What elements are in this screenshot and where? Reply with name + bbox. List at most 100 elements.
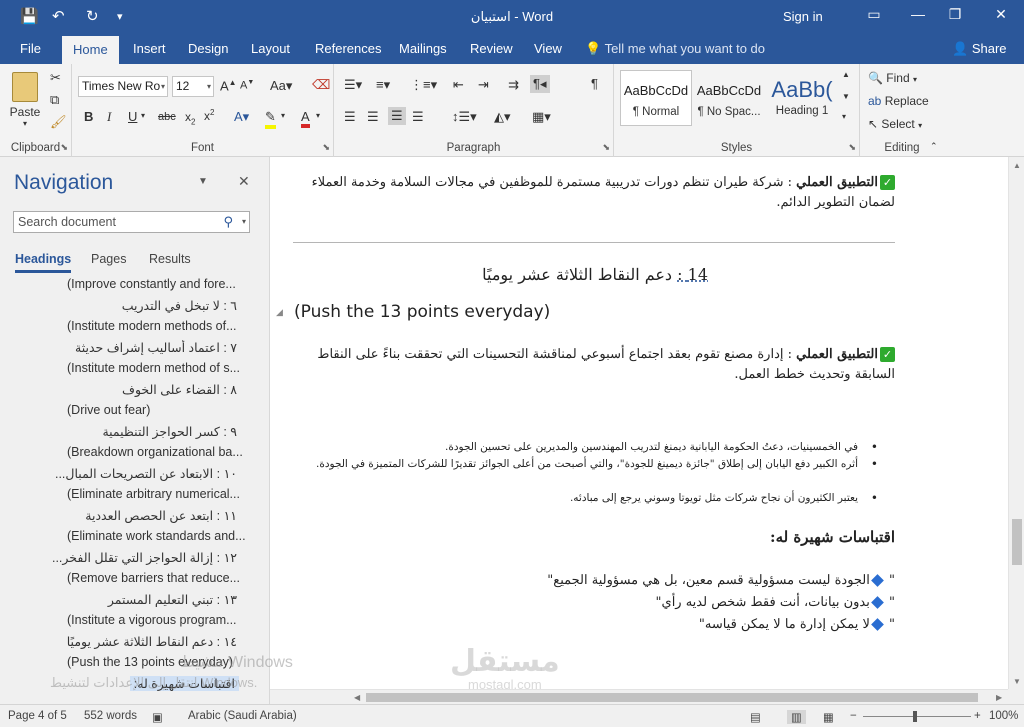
proofing-icon[interactable]: ▣ [152,710,163,724]
web-layout-icon[interactable]: ▦ [823,710,834,724]
paragraph-launcher-icon[interactable]: ⬊ [602,142,610,153]
bullets-icon[interactable]: ☰▾ [344,77,362,93]
format-painter-icon[interactable]: 🖌 [50,114,67,130]
shading-icon[interactable]: ◭▾ [494,109,511,125]
italic-icon[interactable]: I [107,109,111,125]
paste-button[interactable]: Paste ▾ [8,72,42,128]
page-count[interactable]: Page 4 of 5 [8,710,67,722]
tab-mailings[interactable]: Mailings [391,34,455,64]
tab-references[interactable]: References [307,34,389,64]
read-mode-icon[interactable]: ▤ [750,710,761,724]
align-center-icon[interactable]: ☰ [367,109,379,125]
change-case-icon[interactable]: Aa▾ [270,78,292,94]
horizontal-scroll-thumb[interactable] [366,693,978,702]
underline-icon[interactable]: U [128,109,137,124]
subscript-icon[interactable]: x2 [185,110,195,126]
align-left-icon[interactable]: ☰ [344,109,356,125]
tab-home[interactable]: Home [62,36,119,64]
underline-options-icon[interactable]: ▾ [141,111,145,120]
zoom-slider-thumb[interactable] [913,711,917,722]
replace-button[interactable]: ab Replace [868,94,929,108]
share-button[interactable]: 👤 Share [952,34,1007,64]
heading-item[interactable]: ٩ : كسر الحواجز التنظيمية [47,424,237,439]
nav-close-icon[interactable]: ✕ [238,173,250,190]
heading-item[interactable]: ١٣ : تبني التعليم المستمر [47,592,237,607]
copy-icon[interactable]: ⧉ [50,92,59,108]
borders-icon[interactable]: ▦▾ [532,109,551,125]
align-right-icon[interactable]: ☰ [388,107,406,125]
font-color-options-icon[interactable]: ▾ [316,111,320,120]
tab-file[interactable]: File [12,34,49,64]
tab-headings[interactable]: Headings [15,252,72,273]
zoom-level[interactable]: 100% [989,710,1018,722]
maximize-icon[interactable]: ❐ [940,6,970,23]
heading-item[interactable]: (Eliminate work standards and... [67,529,247,543]
line-spacing-icon[interactable]: ↕☰▾ [452,109,477,125]
heading-item[interactable]: ٧ : اعتماد أساليب إشراف حديثة [47,340,237,355]
text-effects-icon[interactable]: A▾ [234,109,249,125]
tab-design[interactable]: Design [180,34,236,64]
collapse-ribbon-icon[interactable]: ⌃ [930,141,938,152]
cut-icon[interactable]: ✂ [50,70,61,86]
ltr-direction-icon[interactable]: ⇉ [508,77,519,93]
increase-indent-icon[interactable]: ⇥ [478,77,489,93]
tab-pages[interactable]: Pages [91,252,126,266]
tell-me-search[interactable]: 💡 Tell me what you want to do [585,34,765,64]
font-size-combo[interactable]: 12 ▾ [172,76,214,97]
heading-item[interactable]: (Eliminate arbitrary numerical... [67,487,247,501]
font-color-icon[interactable]: A [301,109,310,128]
heading-item[interactable]: ٨ : القضاء على الخوف [47,382,237,397]
clear-formatting-icon[interactable]: ⌫ [312,77,330,93]
style-normal[interactable]: AaBbCcDd ¶ Normal [620,70,692,126]
bold-icon[interactable]: B [84,109,93,124]
heading-item[interactable]: ٦ : لا تبخل في التدريب [47,298,237,313]
multilevel-list-icon[interactable]: ⋮≡▾ [410,77,437,93]
heading-item[interactable]: (Institute modern methods of... [67,319,247,333]
grow-font-icon[interactable]: A▲ [220,78,237,93]
zoom-slider[interactable] [863,711,971,722]
tab-review[interactable]: Review [462,34,521,64]
highlight-options-icon[interactable]: ▾ [281,111,285,120]
scroll-right-icon[interactable]: ▶ [996,693,1002,702]
collapse-heading-icon[interactable]: ◢ [276,307,283,318]
vertical-scrollbar[interactable]: ▲ ▼ [1008,157,1024,689]
sign-in-link[interactable]: Sign in [783,9,823,24]
superscript-icon[interactable]: x2 [204,108,214,123]
minimize-icon[interactable]: — [903,6,933,22]
word-count[interactable]: 552 words [84,710,137,722]
heading-item[interactable]: (Breakdown organizational ba... [67,445,247,459]
strikethrough-icon[interactable]: abc [158,111,176,123]
scroll-up-icon[interactable]: ▲ [1013,161,1021,170]
close-icon[interactable]: ✕ [986,6,1016,23]
heading-item[interactable]: (Improve constantly and fore... [67,277,247,291]
scroll-down-icon[interactable]: ▼ [1013,677,1021,686]
find-button[interactable]: 🔍 Find ▾ [868,71,917,85]
tab-insert[interactable]: Insert [125,34,174,64]
styles-more-icon[interactable]: ▾ [842,112,846,121]
style-no-spacing[interactable]: AaBbCcDd ¶ No Spac... [693,70,765,126]
select-button[interactable]: ↖ Select ▾ [868,117,922,131]
styles-scroll-up-icon[interactable]: ▲ [842,70,850,79]
tab-results[interactable]: Results [149,252,191,266]
search-icon[interactable]: ⚲ [223,212,233,232]
numbering-icon[interactable]: ≡▾ [376,77,390,93]
font-launcher-icon[interactable]: ⬊ [322,142,330,153]
heading-item[interactable]: ١٤ : دعم النقاط الثلاثة عشر يوميًا [47,634,237,649]
rtl-direction-icon[interactable]: ¶◂ [530,75,550,93]
highlight-color-icon[interactable]: ✎ [265,109,276,129]
heading-item[interactable]: (Institute modern method of s... [67,361,247,375]
style-heading-1[interactable]: AaBb( Heading 1 [766,70,838,126]
heading-item[interactable]: (Drive out fear) [67,403,247,417]
search-document-input[interactable]: Search document ⚲ ▾ [13,211,250,233]
heading-item[interactable]: (Remove barriers that reduce... [67,571,247,585]
chevron-down-icon[interactable]: ▾ [242,212,246,232]
clipboard-launcher-icon[interactable]: ⬊ [60,142,68,153]
heading-item[interactable]: ١٠ : الابتعاد عن التصريحات المبال... [47,466,237,481]
zoom-in-icon[interactable]: + [974,710,981,722]
horizontal-scrollbar[interactable]: ◀ ▶ [270,689,1008,704]
ribbon-display-options-icon[interactable]: ▭ [859,6,889,23]
show-hide-marks-icon[interactable]: ¶ [591,76,598,91]
vertical-scroll-thumb[interactable] [1012,519,1022,565]
zoom-out-icon[interactable]: − [850,710,857,722]
print-layout-icon[interactable]: ▥ [787,710,806,724]
